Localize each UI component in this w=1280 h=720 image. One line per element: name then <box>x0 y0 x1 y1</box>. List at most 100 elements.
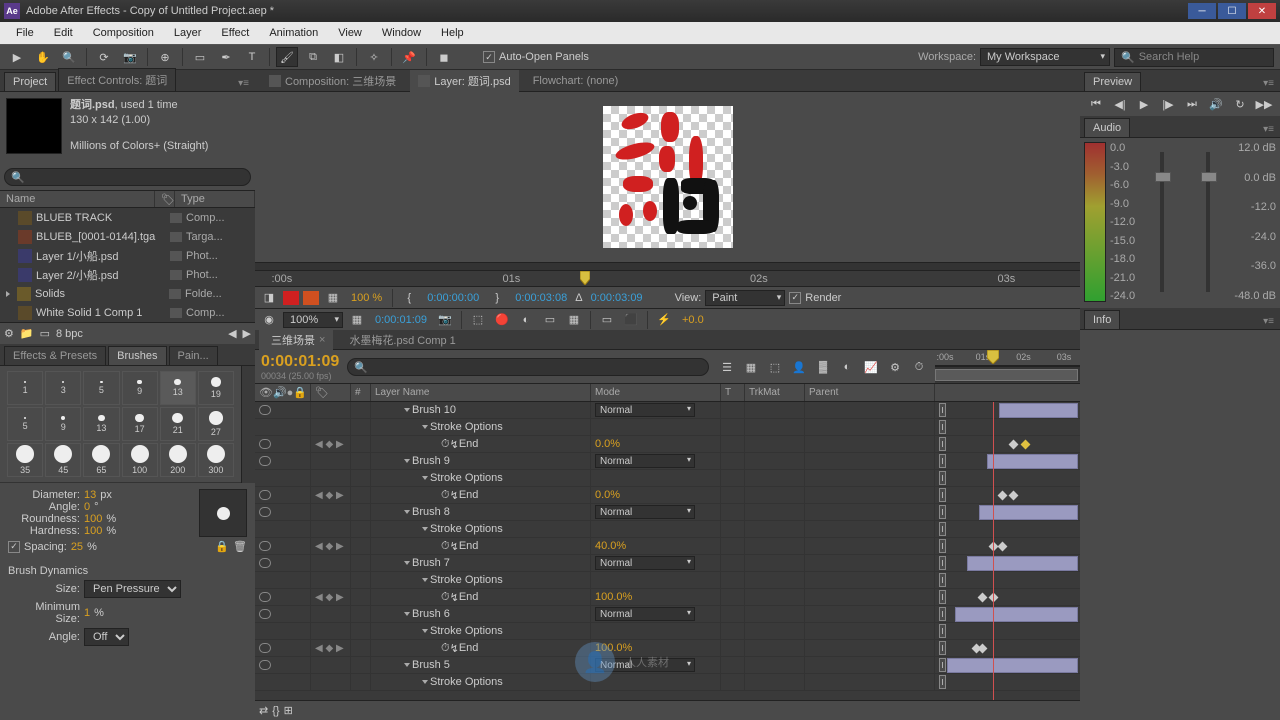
rectangle-tool-icon[interactable]: ▭ <box>189 47 211 67</box>
menu-help[interactable]: Help <box>431 24 474 42</box>
stopwatch-icon[interactable]: ⏱ <box>441 438 450 451</box>
brush-preset[interactable]: 35 <box>7 443 43 477</box>
text-tool-icon[interactable]: T <box>241 47 263 67</box>
visibility-toggle[interactable] <box>259 660 271 670</box>
spacing-checkbox[interactable]: ✓ <box>8 541 20 553</box>
brush-preset[interactable]: 300 <box>198 443 234 477</box>
pen-tool-icon[interactable]: ✒ <box>215 47 237 67</box>
brush-preset[interactable]: 17 <box>122 407 158 441</box>
panel-menu-icon[interactable]: ▾≡ <box>232 76 255 91</box>
bpc-button[interactable]: 8 bpc <box>56 328 83 340</box>
timeline-tab-2[interactable]: 水墨梅花.psd Comp 1 <box>337 330 463 350</box>
keyframe-diamond[interactable] <box>1009 440 1019 450</box>
prev-frame-button[interactable]: ◀| <box>1111 96 1129 112</box>
brush-diameter-value[interactable]: 13 <box>84 489 96 501</box>
interpret-footage-icon[interactable]: ⚙ <box>4 327 14 340</box>
speaker-col-icon[interactable]: 🔊 <box>273 386 287 399</box>
timeline-playhead-icon[interactable] <box>987 350 999 364</box>
viewer-canvas-area[interactable] <box>255 92 1080 262</box>
eraser-tool-icon[interactable]: ◧ <box>328 47 350 67</box>
blend-mode-select[interactable]: Normal <box>595 454 695 468</box>
tab-audio[interactable]: Audio <box>1084 118 1130 137</box>
expression-icon[interactable]: ↯ <box>450 489 459 502</box>
brush-preset[interactable]: 1 <box>7 371 43 405</box>
min-size-value[interactable]: 1 <box>84 607 90 619</box>
resolution-icon[interactable]: ▦ <box>347 311 367 329</box>
next-nav-icon[interactable]: ▶ <box>243 327 251 340</box>
label-col-icon[interactable]: 🏷 <box>315 386 329 399</box>
last-frame-button[interactable]: ⏭ <box>1183 96 1201 112</box>
rotobrush-tool-icon[interactable]: ✧ <box>363 47 385 67</box>
column-name[interactable]: Name <box>0 191 155 207</box>
solo-col-icon[interactable]: ● <box>287 387 294 399</box>
visibility-toggle[interactable] <box>259 592 271 602</box>
prev-nav-icon[interactable]: ◀ <box>228 327 236 340</box>
end-property-value[interactable]: 0.0% <box>595 438 620 450</box>
viewer-time-ruler[interactable]: :00s01s02s03s <box>255 270 1080 286</box>
project-item[interactable]: White Solid 1 Comp 1Comp... <box>0 303 255 322</box>
snapshot-icon[interactable]: 📷 <box>435 311 455 329</box>
brush-spacing-value[interactable]: 25 <box>71 541 83 553</box>
brush-preset[interactable]: 19 <box>198 371 234 405</box>
project-item[interactable]: Layer 1/小船.psdPhot... <box>0 246 255 265</box>
opacity-value[interactable]: 100 % <box>347 292 386 304</box>
roi-icon[interactable]: ▭ <box>540 311 560 329</box>
end-property-value[interactable]: 100.0% <box>595 591 632 603</box>
audio-slider-left[interactable] <box>1160 152 1164 292</box>
timeline-layer-row[interactable]: Brush 10Normal <box>255 402 935 419</box>
hand-tool-icon[interactable]: ✋ <box>32 47 54 67</box>
clone-tool-icon[interactable]: ⧉ <box>302 47 324 67</box>
tab-effects-presets[interactable]: Effects & Presets <box>4 346 106 365</box>
expression-icon[interactable]: ↯ <box>450 642 459 655</box>
project-item[interactable]: BLUEB_[0001-0144].tgaTarga... <box>0 227 255 246</box>
column-tag-icon[interactable]: 🏷 <box>155 191 175 207</box>
brush-preset[interactable]: 65 <box>83 443 119 477</box>
brush-scrollbar[interactable] <box>241 366 255 483</box>
zoom-tool-icon[interactable]: 🔍 <box>58 47 80 67</box>
camera-tool-icon[interactable]: 📷 <box>119 47 141 67</box>
toggle-modes-icon[interactable]: {} <box>272 705 279 717</box>
show-channel-icon[interactable]: ⬚ <box>468 311 488 329</box>
menu-file[interactable]: File <box>6 24 44 42</box>
always-preview-icon[interactable]: ◉ <box>259 311 279 329</box>
menu-composition[interactable]: Composition <box>83 24 164 42</box>
transparency-grid-icon[interactable]: ▦ <box>564 311 584 329</box>
new-folder-icon[interactable]: 📁 <box>20 327 34 340</box>
in-point-time[interactable]: 0:00:00:00 <box>423 292 483 304</box>
audio-slider-right[interactable] <box>1206 152 1210 292</box>
keyframe-diamond[interactable] <box>997 542 1007 552</box>
tl-motionblur-icon[interactable]: ◐ <box>837 358 857 376</box>
lock-icon[interactable]: 🔒 <box>215 540 229 553</box>
timeline-layer-row[interactable]: Brush 5Normal <box>255 657 935 674</box>
visibility-toggle[interactable] <box>259 541 271 551</box>
visibility-toggle[interactable] <box>259 490 271 500</box>
tl-framemix-icon[interactable]: ▓ <box>813 358 833 376</box>
keyframe-nav[interactable]: ◀ ◆ ▶ <box>315 643 344 654</box>
next-frame-button[interactable]: |▶ <box>1159 96 1177 112</box>
keyframe-diamond[interactable] <box>1021 440 1031 450</box>
viewer-scroll-track[interactable] <box>255 262 1080 270</box>
keyframe-nav[interactable]: ◀ ◆ ▶ <box>315 592 344 603</box>
tab-project[interactable]: Project <box>4 72 56 91</box>
stopwatch-icon[interactable]: ⏱ <box>441 540 450 553</box>
minimize-button[interactable]: ─ <box>1188 3 1216 19</box>
visibility-toggle[interactable] <box>259 456 271 466</box>
keyframe-diamond[interactable] <box>997 491 1007 501</box>
visibility-toggle[interactable] <box>259 609 271 619</box>
brush-preset[interactable]: 13 <box>83 407 119 441</box>
blend-mode-select[interactable]: Normal <box>595 505 695 519</box>
tl-list-icon[interactable]: ☰ <box>717 358 737 376</box>
timeline-playhead-line[interactable] <box>993 402 994 700</box>
timeline-tab-1[interactable]: 三维场景× <box>259 330 333 350</box>
workspace-select[interactable]: My Workspace <box>980 48 1110 66</box>
brush-preset[interactable]: 3 <box>45 371 81 405</box>
panel-menu-icon[interactable]: ▾≡ <box>1257 76 1280 91</box>
current-time-display[interactable]: 0:00:01:09 <box>371 314 431 326</box>
tl-autokey-icon[interactable]: ⏱ <box>909 358 929 376</box>
tab-flowchart-view[interactable]: Flowchart: (none) <box>525 72 627 90</box>
timeline-track-area[interactable]: IIIIIIIIIIIIIIIII <box>935 402 1080 700</box>
channels-icon[interactable]: ◨ <box>259 289 279 307</box>
size-dynamics-select[interactable]: Pen Pressure <box>84 580 181 598</box>
brush-preset[interactable]: 45 <box>45 443 81 477</box>
brush-preset[interactable]: 21 <box>160 407 196 441</box>
